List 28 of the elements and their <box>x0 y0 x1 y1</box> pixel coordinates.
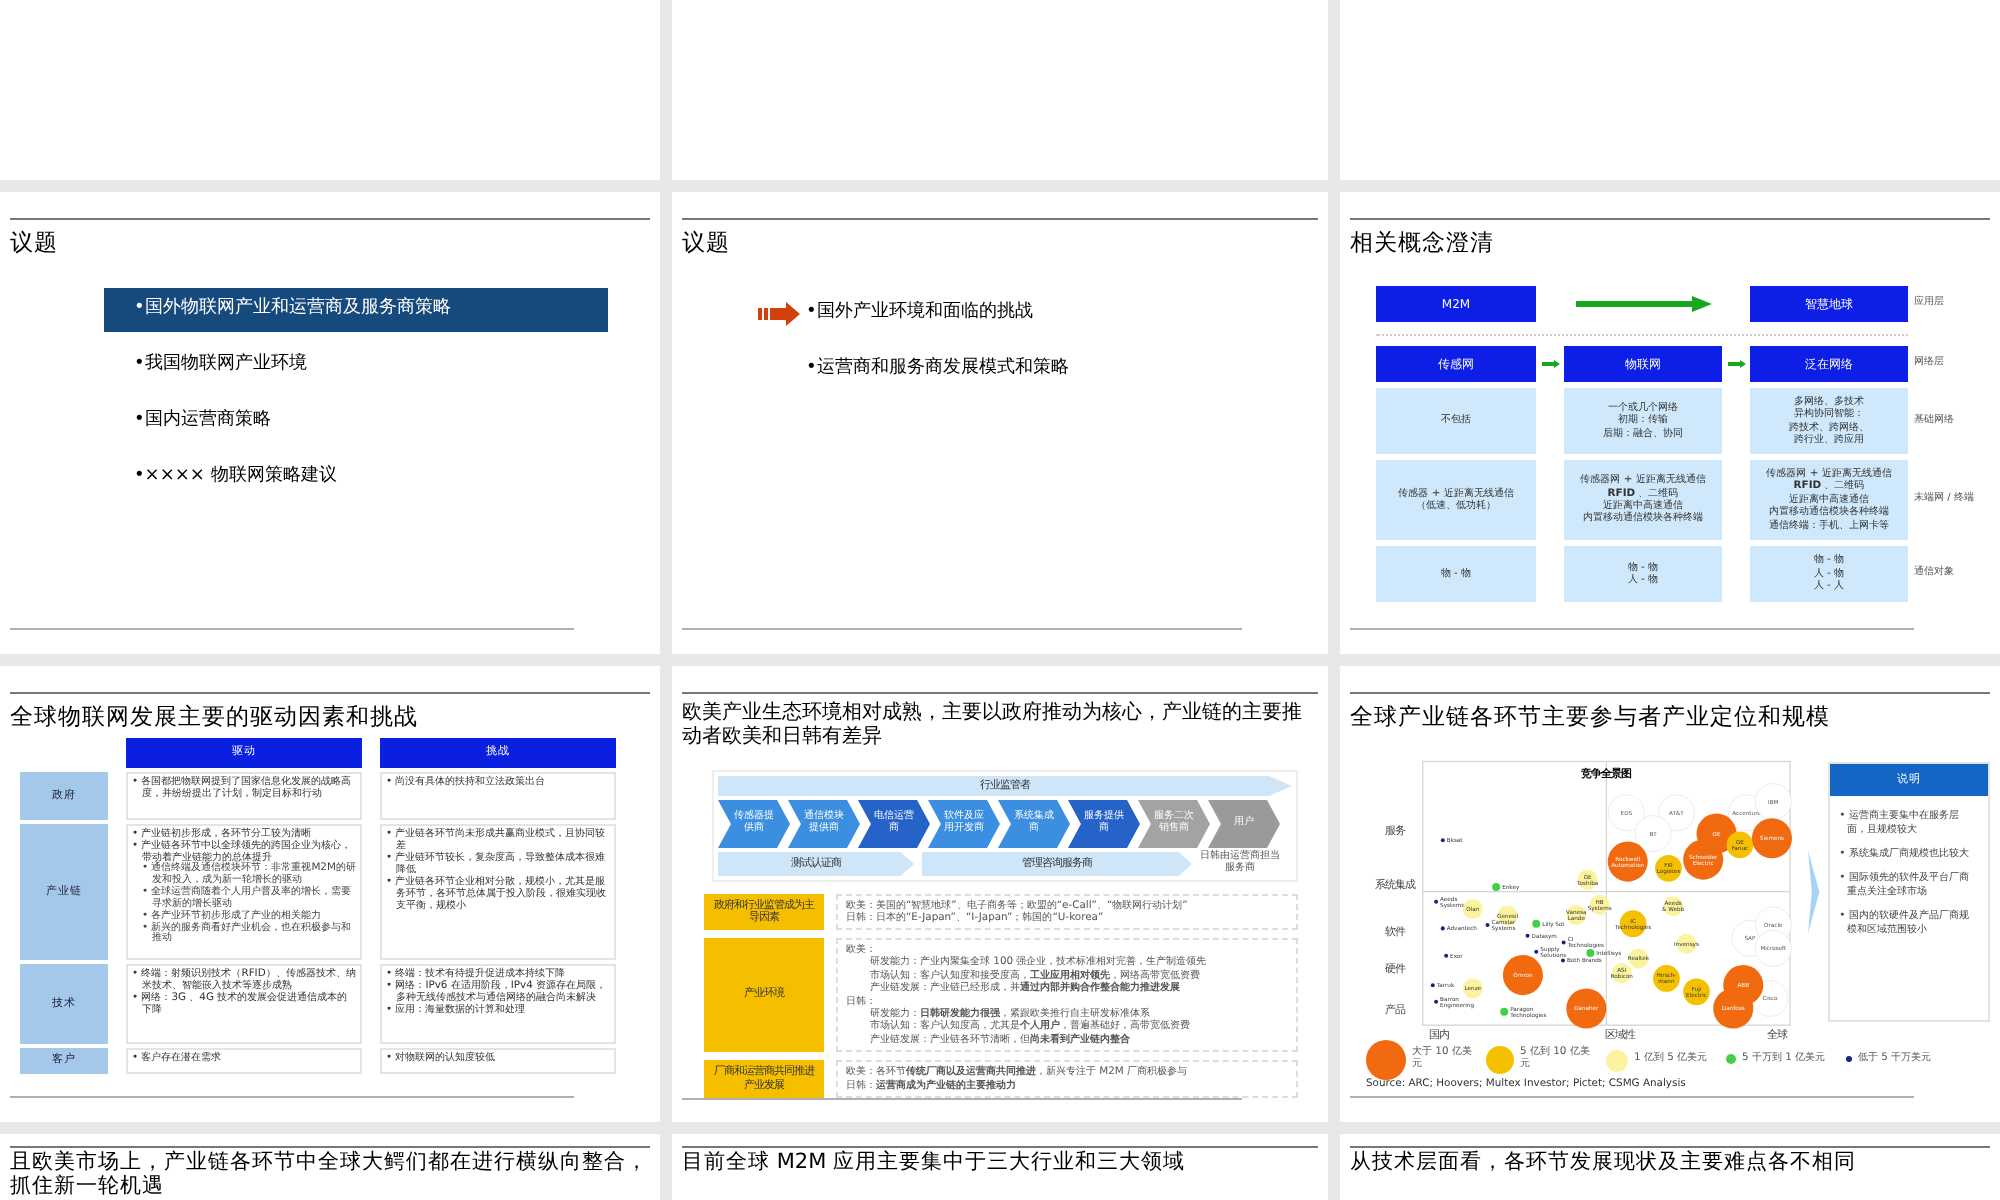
slide-title: 目前全球 M2M 应用主要集中于三大行业和三大领域 <box>682 1152 1187 1175</box>
agenda-item[interactable]: •国外产业环境和面临的挑战 <box>806 292 1033 336</box>
slide-thumbnail[interactable] <box>1340 666 2000 1122</box>
slide-title: 相关概念澄清 <box>1350 228 1496 256</box>
agenda-item[interactable]: •我国物联网产业环境 <box>104 344 608 388</box>
slide-title: 全球物联网发展主要的驱动因素和挑战 <box>10 702 420 730</box>
slide-thumbnail[interactable] <box>0 666 660 1122</box>
agenda-item[interactable]: •×××× 物联网策略建议 <box>104 456 608 500</box>
slide-title: 从技术层面看，各环节发展现状及主要难点各不相同 <box>1350 1152 1858 1175</box>
slide-thumbnail[interactable]: 且欧美市场上，产业链各环节中全球大鳄们都在进行横纵向整合，抓住新一轮机遇 <box>0 1134 660 1200</box>
slide-thumbnail[interactable]: 目前全球 M2M 应用主要集中于三大行业和三大领域 <box>672 1134 1328 1200</box>
slide-title: 议题 <box>10 228 60 256</box>
chevron-icon <box>1808 848 1820 936</box>
arrow-icon <box>1727 360 1745 368</box>
arrow-icon <box>1541 360 1559 368</box>
slide-thumbnail[interactable] <box>672 666 1328 1122</box>
agenda-item[interactable]: •运营商和服务商发展模式和策略 <box>806 348 1069 392</box>
arrow-icon <box>1575 296 1711 312</box>
slide-thumbnail[interactable] <box>1340 192 2000 654</box>
slide-title: 欧美产业生态环境相对成熟，主要以政府推动为核心，产业链的主要推动者欧美和日韩有差异 <box>682 702 1304 750</box>
agenda-item[interactable]: •国内运营商策略 <box>104 400 608 444</box>
agenda-item[interactable]: •国外物联网产业和运营商及服务商策略 <box>104 288 608 332</box>
slide-thumbnail[interactable]: 从技术层面看，各环节发展现状及主要难点各不相同 <box>1340 1134 2000 1200</box>
slide-title: 且欧美市场上，产业链各环节中全球大鳄们都在进行横纵向整合，抓住新一轮机遇 <box>10 1152 650 1198</box>
slide-thumbnail[interactable]: 议题 •国外物联网产业和运营商及服务商策略 •我国物联网产业环境 •国内运营商策略 •×××× 物联网策略建议 <box>0 192 660 654</box>
slide-title: 议题 <box>682 228 732 256</box>
slide-thumbnail[interactable]: 议题 •国外产业环境和面临的挑战 •运营商和服务商发展模式和策略 <box>672 192 1328 654</box>
slide-title: 全球产业链各环节主要参与者产业定位和规模 <box>1350 702 1832 730</box>
